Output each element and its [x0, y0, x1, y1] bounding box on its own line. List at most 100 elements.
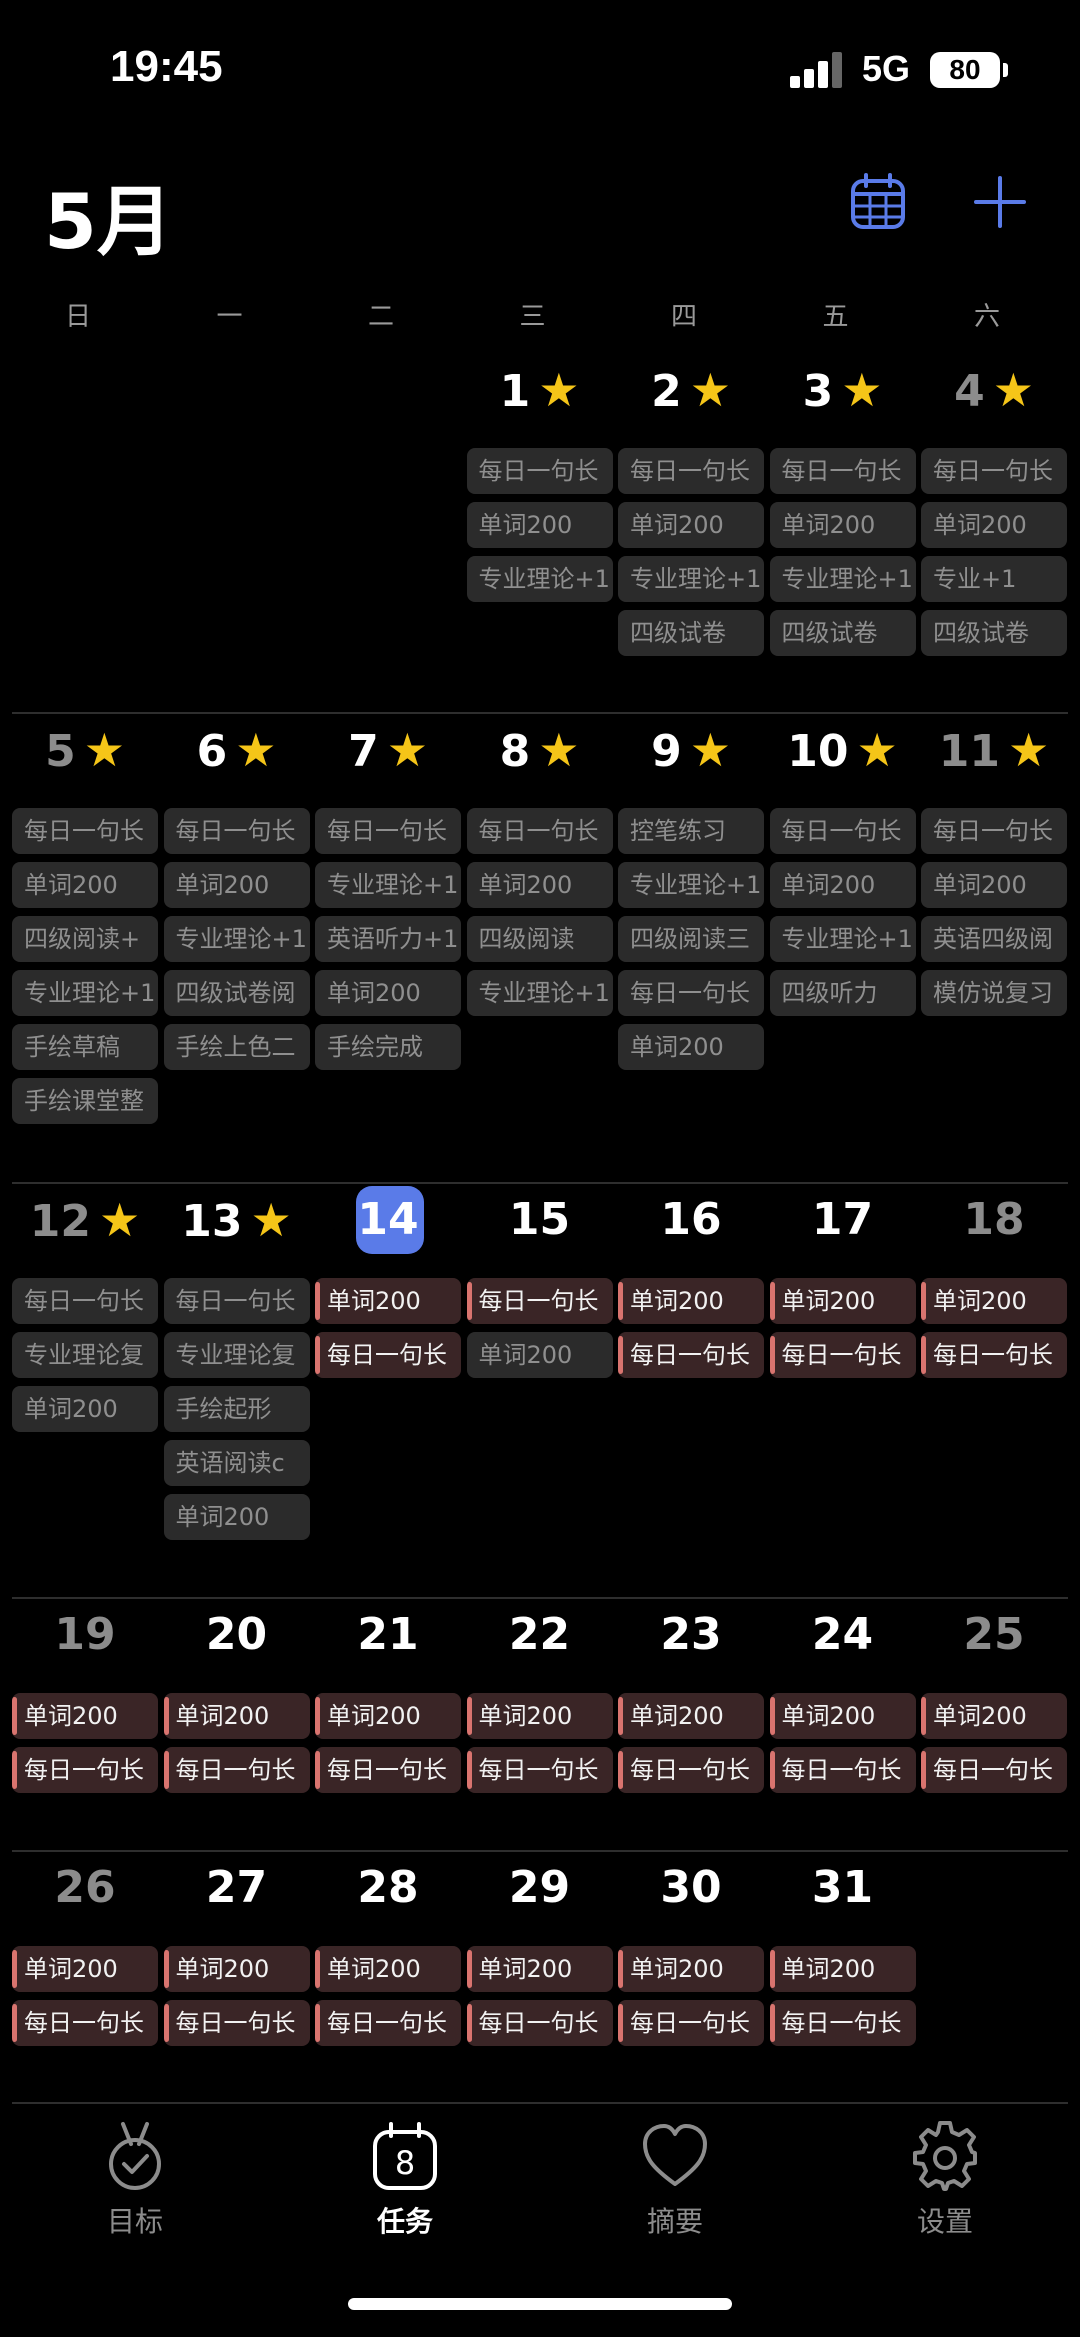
task-chip[interactable]: 每日一句长	[12, 1278, 158, 1324]
task-chip[interactable]: 单词200	[769, 862, 916, 908]
task-chip[interactable]: 单词200	[618, 502, 764, 548]
day-number[interactable]: 3 ★	[767, 360, 919, 422]
task-chip[interactable]: 四级阅读	[466, 916, 613, 962]
task-chip[interactable]: 控笔练习	[618, 808, 764, 854]
task-chip[interactable]: 每日一句长	[769, 1747, 916, 1793]
task-chip[interactable]: 单词200	[315, 1946, 461, 1992]
task-chip[interactable]: 单词200	[769, 1946, 916, 1992]
task-chip[interactable]: 英语四级阅	[921, 916, 1067, 962]
task-chip[interactable]: 专业理论+1	[163, 916, 310, 962]
tab-settings[interactable]: 设置	[810, 2100, 1080, 2240]
task-chip[interactable]: 每日一句长	[12, 808, 158, 854]
task-chip[interactable]: 单词200	[466, 862, 613, 908]
task-chip[interactable]: 四级试卷	[618, 610, 764, 656]
tab-summary[interactable]: 摘要	[540, 2100, 810, 2240]
day-number[interactable]: 16	[615, 1190, 767, 1250]
day-number[interactable]: 4 ★	[918, 360, 1070, 422]
task-chip[interactable]: 单词200	[163, 862, 310, 908]
calendar-grid-icon[interactable]	[848, 172, 908, 232]
task-chip[interactable]: 单词200	[12, 862, 158, 908]
tab-tasks[interactable]: 8 任务	[270, 2100, 540, 2240]
task-chip[interactable]: 专业理论+1	[618, 862, 764, 908]
day-number[interactable]: 25	[918, 1605, 1070, 1665]
task-chip[interactable]: 单词200	[12, 1693, 158, 1739]
task-chip[interactable]: 单词200	[163, 1494, 310, 1540]
task-chip[interactable]: 每日一句长	[466, 448, 613, 494]
day-number[interactable]: 2 ★	[615, 360, 767, 422]
day-number[interactable]: 30	[615, 1858, 767, 1918]
day-number[interactable]: 31	[767, 1858, 919, 1918]
day-number[interactable]: 14	[312, 1190, 464, 1250]
home-indicator[interactable]	[348, 2298, 732, 2310]
task-chip[interactable]: 手绘课堂整	[12, 1078, 158, 1124]
task-chip[interactable]: 单词200	[163, 1693, 310, 1739]
task-chip[interactable]: 单词200	[12, 1946, 158, 1992]
day-number[interactable]: 1 ★	[464, 360, 616, 422]
day-number[interactable]: 17	[767, 1190, 919, 1250]
task-chip[interactable]: 单词200	[466, 1946, 613, 1992]
task-chip[interactable]: 单词200	[921, 502, 1067, 548]
day-number[interactable]: 18	[918, 1190, 1070, 1250]
day-number[interactable]: 12 ★	[9, 1190, 161, 1252]
task-chip[interactable]: 单词200	[315, 1278, 461, 1324]
task-chip[interactable]: 专业理论+1	[315, 862, 461, 908]
day-number[interactable]: 21	[312, 1605, 464, 1665]
task-chip[interactable]: 单词200	[315, 1693, 461, 1739]
task-chip[interactable]: 单词200	[163, 1946, 310, 1992]
task-chip[interactable]: 每日一句长	[466, 1278, 613, 1324]
task-chip[interactable]: 单词200	[466, 1693, 613, 1739]
task-chip[interactable]: 每日一句长	[163, 808, 310, 854]
task-chip[interactable]: 每日一句长	[769, 2000, 916, 2046]
day-number[interactable]: 26	[9, 1858, 161, 1918]
day-number[interactable]: 29	[464, 1858, 616, 1918]
day-number[interactable]: 8 ★	[464, 720, 616, 782]
tab-goals[interactable]: 目标	[0, 2100, 270, 2240]
task-chip[interactable]: 每日一句长	[769, 448, 916, 494]
task-chip[interactable]: 每日一句长	[618, 1747, 764, 1793]
task-chip[interactable]: 单词200	[921, 1278, 1067, 1324]
day-number[interactable]: 11 ★	[918, 720, 1070, 782]
task-chip[interactable]: 每日一句长	[618, 970, 764, 1016]
task-chip[interactable]: 专业理论+1	[466, 970, 613, 1016]
task-chip[interactable]: 英语听力+1	[315, 916, 461, 962]
task-chip[interactable]: 手绘起形	[163, 1386, 310, 1432]
task-chip[interactable]: 单词200	[618, 1024, 764, 1070]
task-chip[interactable]: 每日一句长	[466, 2000, 613, 2046]
task-chip[interactable]: 单词200	[618, 1946, 764, 1992]
day-number[interactable]: 19	[9, 1605, 161, 1665]
task-chip[interactable]: 每日一句长	[12, 1747, 158, 1793]
task-chip[interactable]: 每日一句长	[921, 448, 1067, 494]
task-chip[interactable]: 每日一句长	[315, 1332, 461, 1378]
task-chip[interactable]: 每日一句长	[769, 808, 916, 854]
task-chip[interactable]: 四级阅读三	[618, 916, 764, 962]
task-chip[interactable]: 四级试卷阅	[163, 970, 310, 1016]
day-number[interactable]: 10 ★	[767, 720, 919, 782]
task-chip[interactable]: 每日一句长	[618, 448, 764, 494]
day-number[interactable]: 13 ★	[161, 1190, 313, 1252]
task-chip[interactable]: 四级阅读+	[12, 916, 158, 962]
task-chip[interactable]: 单词200	[466, 1332, 613, 1378]
day-number[interactable]: 15	[464, 1190, 616, 1250]
task-chip[interactable]: 单词200	[769, 502, 916, 548]
task-chip[interactable]: 每日一句长	[12, 2000, 158, 2046]
day-number[interactable]: 5 ★	[9, 720, 161, 782]
task-chip[interactable]: 单词200	[618, 1278, 764, 1324]
task-chip[interactable]: 专业理论+1	[12, 970, 158, 1016]
task-chip[interactable]: 每日一句长	[466, 1747, 613, 1793]
task-chip[interactable]: 每日一句长	[466, 808, 613, 854]
task-chip[interactable]: 每日一句长	[163, 1278, 310, 1324]
task-chip[interactable]: 每日一句长	[921, 808, 1067, 854]
task-chip[interactable]: 专业理论+1	[769, 916, 916, 962]
task-chip[interactable]: 单词200	[315, 970, 461, 1016]
task-chip[interactable]: 专业理论复	[163, 1332, 310, 1378]
task-chip[interactable]: 每日一句长	[315, 808, 461, 854]
task-chip[interactable]: 每日一句长	[921, 1747, 1067, 1793]
task-chip[interactable]: 每日一句长	[315, 2000, 461, 2046]
day-number[interactable]: 24	[767, 1605, 919, 1665]
task-chip[interactable]: 四级试卷	[921, 610, 1067, 656]
task-chip[interactable]: 专业理论+1	[769, 556, 916, 602]
task-chip[interactable]: 手绘完成	[315, 1024, 461, 1070]
day-number[interactable]: 28	[312, 1858, 464, 1918]
day-number[interactable]: 9 ★	[615, 720, 767, 782]
task-chip[interactable]: 英语阅读c	[163, 1440, 310, 1486]
